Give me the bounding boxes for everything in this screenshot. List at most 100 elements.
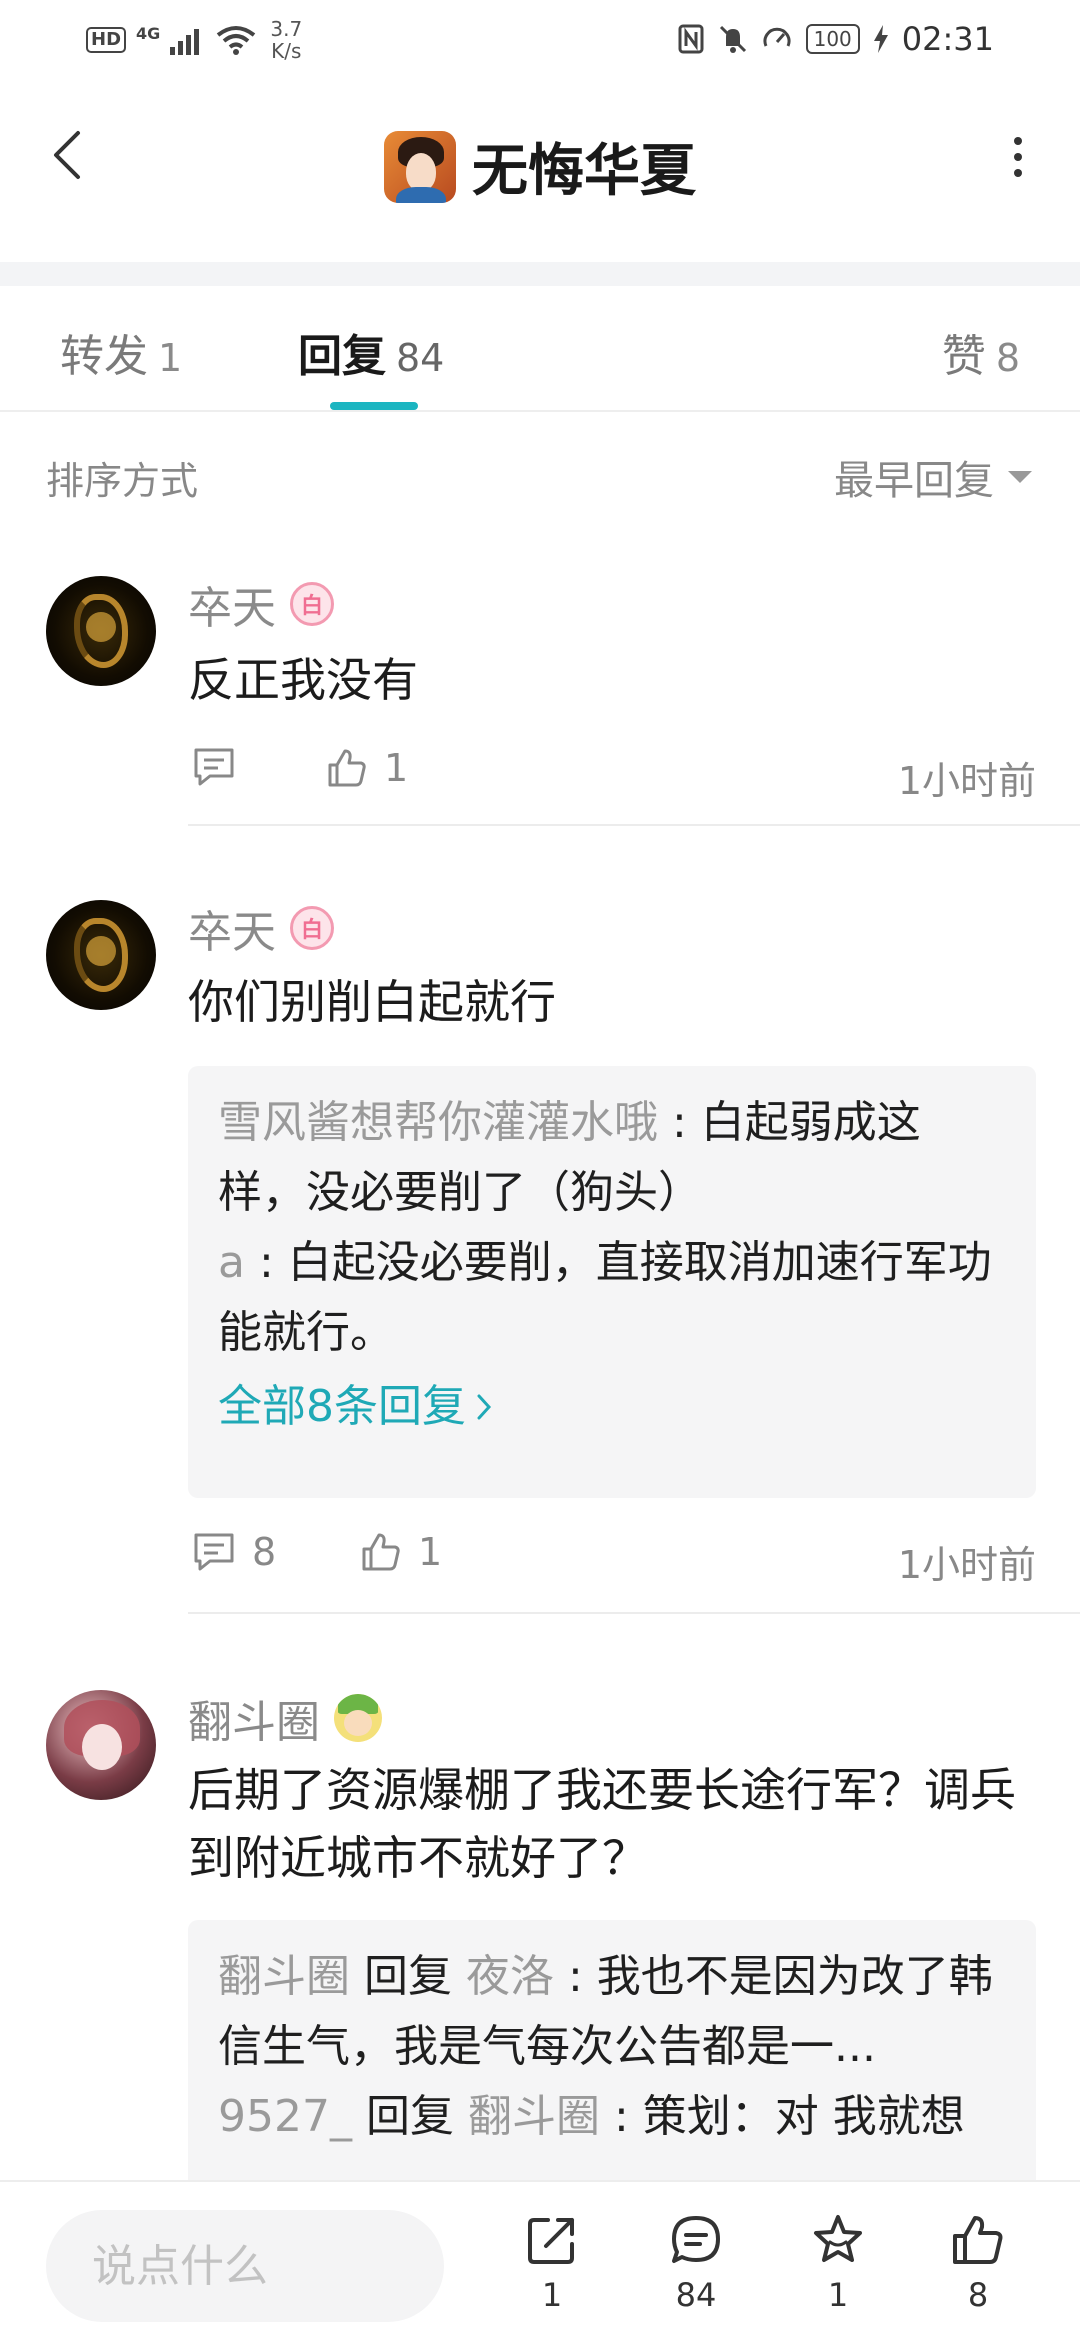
tab-count: 8 <box>995 336 1020 380</box>
tab-forward[interactable]: 转发 1 <box>60 320 182 384</box>
reply-count: 8 <box>252 1530 277 1574</box>
like-post-count: 8 <box>967 2276 989 2314</box>
reply-author[interactable]: 9527_ <box>218 2091 352 2142</box>
charging-icon <box>873 25 888 53</box>
star-icon <box>814 2215 862 2262</box>
tab-label: 转发 <box>60 331 148 382</box>
page-title: 无悔华夏 <box>472 139 696 204</box>
comment-input[interactable] <box>46 2210 444 2322</box>
share-icon <box>528 2218 574 2264</box>
status-time: 02:31 <box>901 20 994 58</box>
sort-label: 排序方式 <box>46 459 199 503</box>
author-name[interactable]: 翻斗圈 <box>188 1686 320 1750</box>
comment-time: 1小时前 <box>897 1543 1036 1587</box>
nfc-icon <box>678 24 704 54</box>
reply-author[interactable]: 翻斗圈 <box>218 1951 350 2002</box>
caret-down-icon <box>1008 471 1032 483</box>
author-row: 卒天 白 <box>188 572 334 636</box>
sort-selected-value: 最早回复 <box>834 458 994 504</box>
chevron-right-icon <box>477 1394 492 1420</box>
comment-text: 反正我没有 <box>188 653 418 707</box>
status-left: HD 4G 3.7 K/s <box>86 18 306 62</box>
share-count: 1 <box>541 2276 563 2314</box>
comment-text: 你们别削白起就行 <box>188 975 556 1029</box>
reply-preview-box[interactable]: 翻斗圈 回复 夜洛 : 我也不是因为改了韩信生气，我是气每次公告都是一... 9… <box>188 1920 1036 2220</box>
header-title-group: 无悔华夏 <box>0 126 1080 207</box>
avatar[interactable] <box>46 900 156 1010</box>
bottom-action-bar: 1 84 1 8 <box>0 2180 1080 2340</box>
reply-target[interactable]: 翻斗圈 <box>468 2091 600 2142</box>
network-type: 4G <box>136 23 161 43</box>
comment-text: 后期了资源爆棚了我还要长途行军？调兵到附近城市不就好了？ <box>188 1763 1016 1885</box>
hd-icon: HD <box>86 27 127 53</box>
reply-separator: : <box>658 1097 701 1148</box>
like-button[interactable]: 1 <box>326 746 408 790</box>
tab-count: 1 <box>158 336 183 380</box>
tab-like[interactable]: 赞 8 <box>942 320 1020 384</box>
reply-preview-line: 9527_ 回复 翻斗圈 : 策划：对 我就想 <box>218 2082 1006 2152</box>
comment-bubble-icon <box>672 2216 720 2263</box>
speedometer-icon <box>763 27 791 47</box>
favorite-count: 1 <box>827 2276 849 2314</box>
author-name[interactable]: 卒天 <box>188 896 276 960</box>
comment-time: 1小时前 <box>897 759 1036 803</box>
comment-icon <box>194 748 234 786</box>
like-post-button[interactable]: 8 <box>928 2212 1028 2314</box>
header-divider <box>0 262 1080 286</box>
sort-dropdown[interactable]: 最早回复 <box>834 448 1032 506</box>
reply-separator: : <box>599 2091 643 2142</box>
share-button[interactable]: 1 <box>502 2212 602 2314</box>
avatar[interactable] <box>46 1690 156 1800</box>
game-logo-icon <box>384 130 456 203</box>
reply-preview-line: a : 白起没必要削，直接取消加速行军功能就行。 <box>218 1228 1006 1368</box>
comment-icon <box>194 1533 234 1571</box>
reply-author[interactable]: 雪风酱想帮你灌灌水哦 <box>218 1097 658 1148</box>
more-options-button[interactable] <box>998 132 1038 182</box>
view-all-replies-label: 全部8条回复 <box>218 1381 466 1432</box>
comment-divider <box>188 1612 1080 1614</box>
author-row: 卒天 白 <box>188 896 334 960</box>
view-all-replies-link[interactable]: 全部8条回复 <box>218 1372 1006 1442</box>
mute-bell-icon <box>719 25 746 53</box>
comment-button[interactable]: 84 <box>646 2212 746 2314</box>
author-row: 翻斗圈 <box>188 1686 382 1750</box>
battery-indicator: 100 <box>805 24 860 54</box>
comment-count: 84 <box>675 2276 717 2314</box>
thumbs-up-icon <box>328 749 366 787</box>
tab-count: 84 <box>396 336 445 380</box>
tab-label: 赞 <box>941 331 986 382</box>
more-dot-icon <box>1014 137 1022 145</box>
reply-text: 白起没必要削，直接取消加速行军功能就行。 <box>218 1237 992 1358</box>
reply-button[interactable]: 8 <box>192 1530 276 1574</box>
status-bar: HD 4G 3.7 K/s 100 02:31 <box>0 0 1080 90</box>
network-speed: 3.7 K/s <box>270 17 303 63</box>
reply-target[interactable]: 夜洛 <box>466 1951 554 2002</box>
wifi-icon <box>217 26 256 55</box>
reply-verb: 回复 <box>350 1951 466 2002</box>
comment-actions: 8 1 1小时前 <box>188 1530 1036 1590</box>
favorite-button[interactable]: 1 <box>788 2212 888 2314</box>
reply-preview-box[interactable]: 雪风酱想帮你灌灌水哦 : 白起弱成这样，没必要削了（狗头） a : 白起没必要削… <box>188 1066 1036 1498</box>
reply-preview-line: 雪风酱想帮你灌灌水哦 : 白起弱成这样，没必要削了（狗头） <box>218 1088 1006 1228</box>
tab-bar: 转发 1 回复 84 赞 8 <box>0 286 1080 412</box>
level-badge-icon: 白 <box>290 582 334 626</box>
comment-actions: 1 1小时前 <box>188 746 1036 806</box>
thumbs-up-icon <box>953 2216 1003 2264</box>
like-button[interactable]: 1 <box>360 1530 442 1574</box>
reply-button[interactable] <box>192 746 236 788</box>
status-right: 100 02:31 <box>678 20 994 58</box>
character-badge-icon <box>334 1694 382 1742</box>
app-header: 无悔华夏 <box>0 90 1080 260</box>
more-dot-icon <box>1014 153 1022 161</box>
reply-preview-line: 翻斗圈 回复 夜洛 : 我也不是因为改了韩信生气，我是气每次公告都是一... <box>218 1942 1006 2082</box>
tab-label: 回复 <box>298 331 386 382</box>
comment-divider <box>188 824 1080 826</box>
like-count: 1 <box>418 1530 443 1574</box>
reply-author[interactable]: a <box>218 1237 245 1288</box>
author-name[interactable]: 卒天 <box>188 572 276 636</box>
reply-separator: : <box>244 1237 288 1288</box>
like-count: 1 <box>384 746 409 790</box>
avatar[interactable] <box>46 576 156 686</box>
tab-reply[interactable]: 回复 84 <box>298 320 444 384</box>
thumbs-up-icon <box>362 1533 400 1571</box>
